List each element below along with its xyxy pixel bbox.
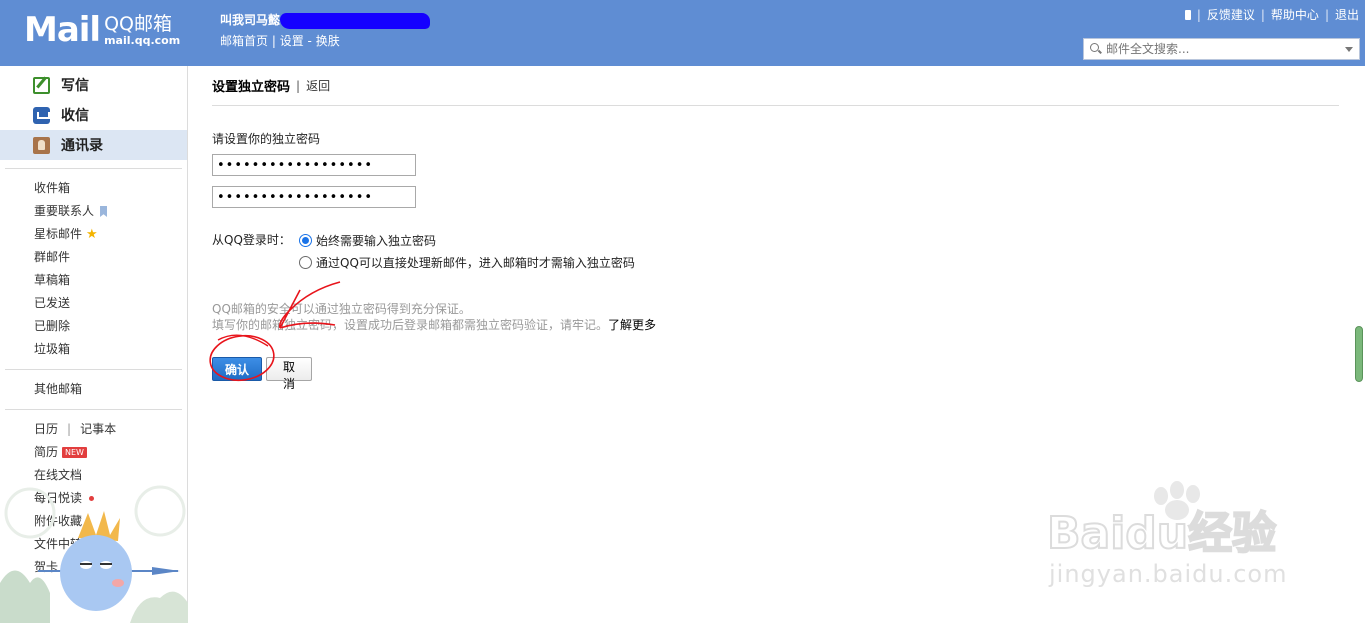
redaction-scribble: [280, 13, 430, 29]
calendar-link[interactable]: 日历: [34, 418, 58, 441]
folder-sent[interactable]: 已发送: [34, 292, 187, 315]
chevron-down-icon[interactable]: [1345, 46, 1353, 52]
option-always-require[interactable]: 始终需要输入独立密码: [299, 231, 635, 249]
greeting-cards-link[interactable]: 贺卡: [34, 556, 58, 579]
divider: [5, 409, 182, 410]
watermark-brand: Baidu经验: [1047, 508, 1276, 558]
divider: [5, 369, 182, 370]
watermark-url: jingyan.baidu.com: [1049, 560, 1288, 588]
logo-domain: mail.qq.com: [104, 34, 181, 47]
sidebar-main-nav: 写信 收信 通讯录: [0, 66, 187, 160]
top-right-links: | 反馈建议 | 帮助中心 | 退出: [1184, 6, 1359, 23]
online-docs-link[interactable]: 在线文档: [34, 464, 187, 487]
cancel-button[interactable]: 取消: [266, 357, 312, 391]
title-bar: 设置独立密码 | 返回: [212, 66, 1339, 106]
security-note: QQ邮箱的安全可以通过独立密码得到充分保证。 填写你的邮箱独立密码，设置成功后登…: [212, 302, 657, 332]
contacts-icon: [33, 136, 50, 154]
change-skin-link[interactable]: 换肤: [316, 34, 340, 48]
divider: [5, 168, 182, 169]
notes-link[interactable]: 记事本: [80, 418, 116, 441]
logo-mark: Mail: [24, 10, 101, 50]
back-link[interactable]: 返回: [306, 77, 330, 94]
confirm-password-field[interactable]: [212, 186, 416, 208]
qq-mail-logo[interactable]: Mail QQ邮箱 mail.qq.com: [24, 12, 180, 48]
top-header: Mail QQ邮箱 mail.qq.com 叫我司马懿 邮箱首页 | 设置 - …: [0, 0, 1365, 66]
folder-spam[interactable]: 垃圾箱: [34, 338, 187, 361]
new-badge: NEW: [62, 447, 87, 458]
daily-reading-link[interactable]: 每日悦读: [34, 487, 187, 510]
bookmark-icon: [100, 206, 108, 217]
folder-important-contacts[interactable]: 重要联系人: [34, 200, 187, 223]
folder-starred[interactable]: 星标邮件 ★: [34, 223, 187, 246]
folder-group-mail[interactable]: 群邮件: [34, 246, 187, 269]
resume-link[interactable]: 简历 NEW: [34, 441, 187, 464]
user-links: 邮箱首页 | 设置 - 换肤: [220, 34, 340, 48]
search-input[interactable]: [1106, 42, 1345, 56]
write-icon: [33, 76, 50, 94]
folder-list: 收件箱 重要联系人 星标邮件 ★ 群邮件 草稿箱 已发送 已删除 垃圾箱: [0, 177, 187, 361]
other-mailboxes[interactable]: 其他邮箱: [34, 378, 187, 401]
help-center-link[interactable]: 帮助中心: [1271, 6, 1319, 23]
sidebar-item-label: 通讯录: [61, 138, 103, 154]
user-name: 叫我司马懿: [220, 13, 281, 27]
inbox-icon: [33, 106, 50, 124]
phone-icon[interactable]: [1184, 9, 1191, 20]
sidebar-item-label: 写信: [61, 78, 89, 94]
folder-drafts[interactable]: 草稿箱: [34, 269, 187, 292]
postcards-link[interactable]: 明信片: [80, 556, 116, 579]
sidebar: 写信 收信 通讯录 收件箱 重要联系人 星标邮件 ★ 群邮件 草稿箱 已发送 已删…: [0, 66, 188, 623]
radio-checked[interactable]: [299, 233, 312, 247]
feedback-link[interactable]: 反馈建议: [1207, 6, 1255, 23]
sidebar-item-write[interactable]: 写信: [0, 70, 187, 100]
attachment-collection-link[interactable]: 附件收藏: [34, 510, 187, 533]
radio-unchecked[interactable]: [299, 255, 312, 269]
password-field[interactable]: [212, 154, 416, 176]
apps-list: 日历 | 记事本 简历 NEW 在线文档 每日悦读 附件收藏 文件中转站 贺卡 …: [0, 418, 187, 579]
folder-inbox[interactable]: 收件箱: [34, 177, 187, 200]
mail-home-link[interactable]: 邮箱首页: [220, 34, 268, 48]
main-content: 设置独立密码 | 返回 请设置你的独立密码 从QQ登录时： 始终需要输入独立密码…: [212, 66, 1339, 391]
file-transfer-link[interactable]: 文件中转站: [34, 533, 187, 556]
baidu-watermark: Baidu经验 jingyan.baidu.com: [1043, 478, 1298, 598]
baidu-paw-icon: Baidu经验: [1046, 481, 1277, 560]
scrollbar-thumb[interactable]: [1355, 326, 1363, 382]
sidebar-item-label: 收信: [61, 108, 89, 124]
user-block: 叫我司马懿 邮箱首页 | 设置 - 换肤: [220, 12, 430, 49]
star-icon: ★: [86, 227, 98, 242]
folder-deleted[interactable]: 已删除: [34, 315, 187, 338]
sidebar-item-inbox[interactable]: 收信: [0, 100, 187, 130]
settings-link[interactable]: 设置: [280, 34, 304, 48]
logo-title: QQ邮箱: [104, 13, 173, 35]
search-box[interactable]: [1083, 38, 1360, 60]
logout-link[interactable]: 退出: [1335, 6, 1359, 23]
confirm-button[interactable]: 确认: [212, 357, 262, 381]
option-qq-direct[interactable]: 通过QQ可以直接处理新邮件，进入邮箱时才需输入独立密码: [299, 253, 635, 271]
search-icon: [1090, 43, 1102, 55]
sidebar-item-contacts[interactable]: 通讯录: [0, 130, 187, 160]
learn-more-link[interactable]: 了解更多: [608, 318, 656, 332]
page-title: 设置独立密码: [212, 80, 291, 95]
unread-dot: [89, 496, 95, 501]
login-option-group: 从QQ登录时： 始终需要输入独立密码 通过QQ可以直接处理新邮件，进入邮箱时才需…: [212, 231, 1339, 275]
action-buttons: 确认 取消: [212, 357, 1339, 391]
login-option-label: 从QQ登录时：: [212, 233, 291, 247]
password-prompt: 请设置你的独立密码: [212, 132, 321, 146]
